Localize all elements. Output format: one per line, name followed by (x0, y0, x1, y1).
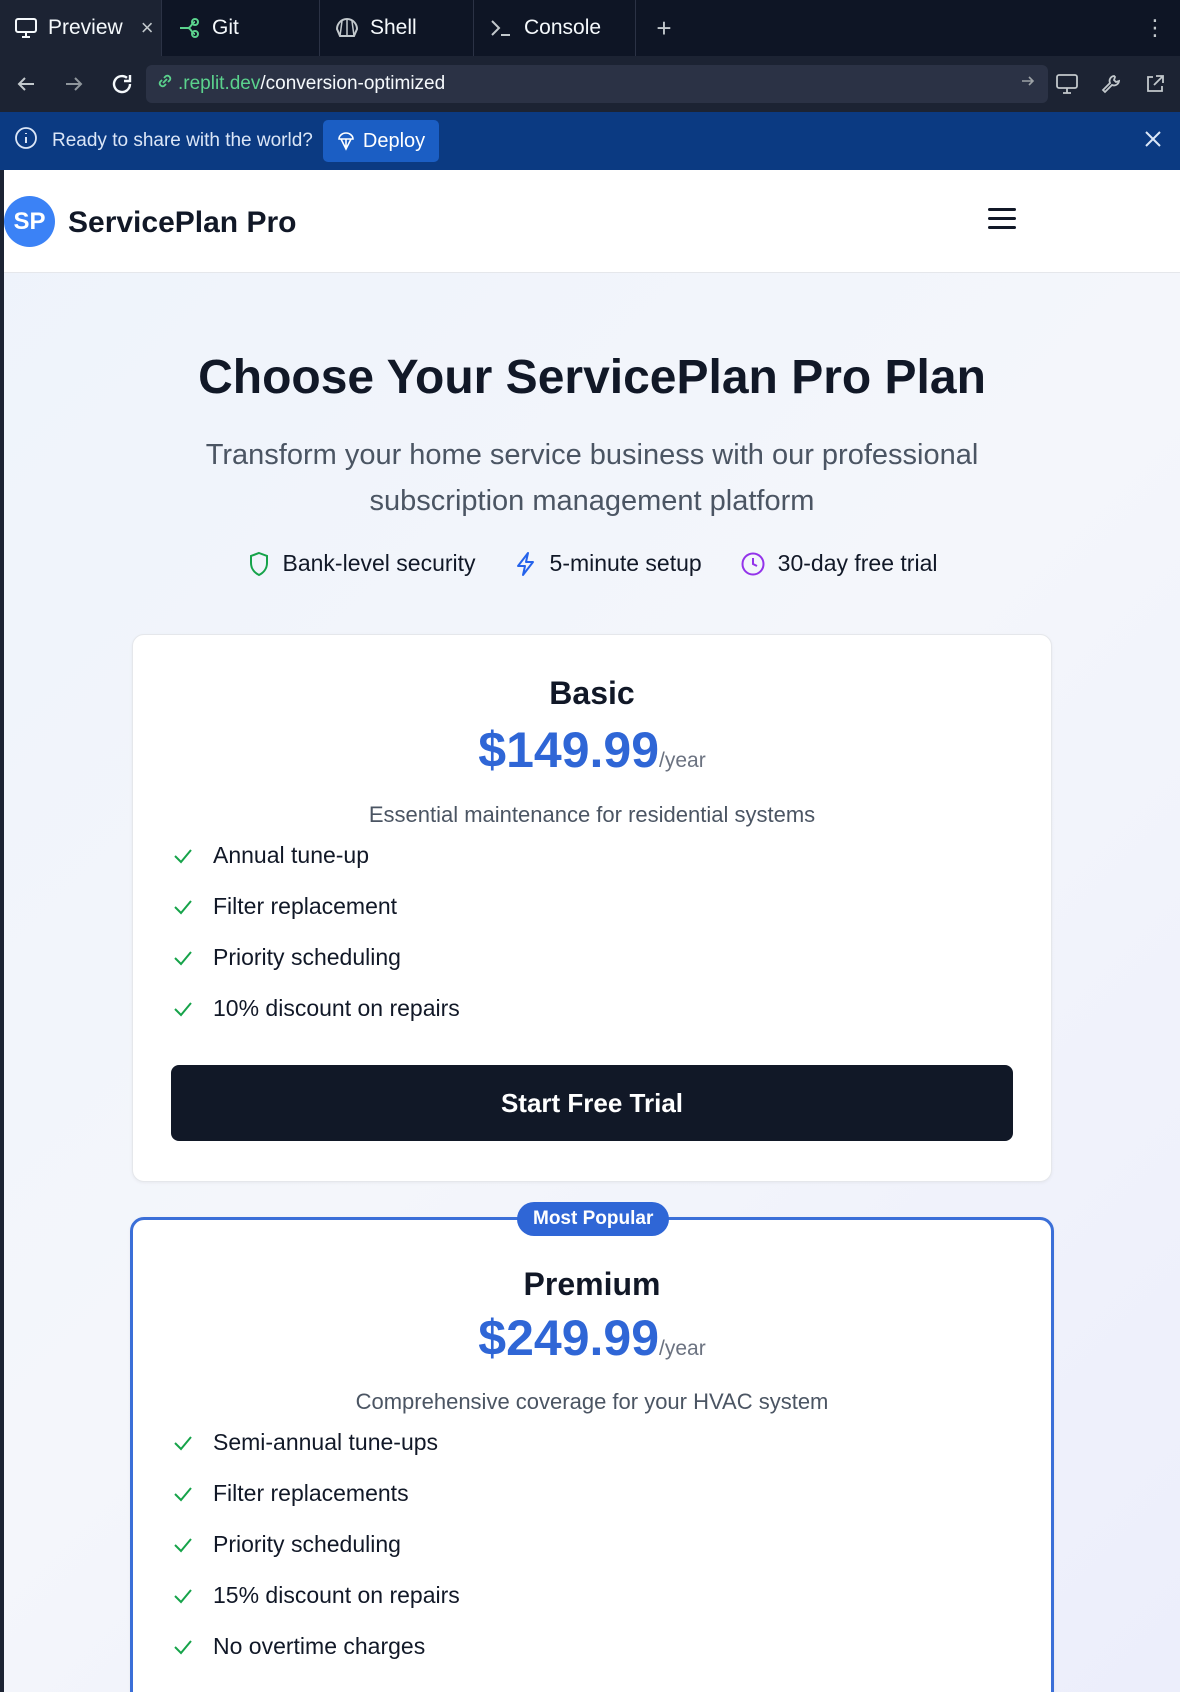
plan-description: Comprehensive coverage for your HVAC sys… (355, 1389, 829, 1414)
check-icon (174, 1486, 192, 1501)
feature-label: Annual tune-up (213, 842, 370, 868)
check-icon (174, 1537, 192, 1552)
tab-label: Shell (370, 16, 417, 39)
tab-git[interactable]: Git (162, 0, 320, 56)
feature-item: Annual tune-up (173, 842, 369, 869)
site-header: SP ServicePlan Pro (4, 170, 1180, 273)
check-icon (174, 1639, 192, 1654)
badge-trial: 30-day free trial (740, 550, 938, 577)
trust-badges: Bank-level security 5-minute setup 30-da… (4, 550, 1180, 577)
feature-item: 10% discount on repairs (173, 995, 460, 1022)
deploy-icon (338, 132, 354, 151)
badge-setup: 5-minute setup (514, 550, 702, 577)
logo-avatar[interactable]: SP (4, 196, 55, 247)
url-domain: .replit.dev (178, 73, 261, 94)
banner-message: Ready to share with the world? (52, 130, 313, 151)
go-arrow-icon[interactable] (1020, 73, 1036, 95)
feature-item: Priority scheduling (173, 944, 401, 971)
feature-label: Filter replacements (213, 1480, 409, 1506)
brand-name[interactable]: ServicePlan Pro (68, 206, 296, 240)
deploy-label: Deploy (362, 129, 426, 152)
close-banner-icon[interactable] (1142, 128, 1164, 156)
badge-security: Bank-level security (247, 550, 476, 577)
plan-price: $249.99/year (133, 1309, 1051, 1367)
check-icon (174, 1435, 192, 1450)
monitor-icon (14, 15, 38, 41)
terminal-prompt-icon (488, 15, 514, 41)
plan-card-basic: Basic $149.99/year Essential maintenance… (132, 634, 1052, 1182)
plan-name: Premium (523, 1266, 661, 1302)
price-period: /year (659, 1337, 706, 1360)
check-icon (174, 848, 192, 863)
price-amount: $149.99 (478, 722, 660, 778)
forward-arrow-icon[interactable] (52, 62, 96, 106)
page-title: Choose Your ServicePlan Pro Plan (198, 351, 986, 404)
back-arrow-icon[interactable] (4, 62, 48, 106)
workspace-tab-bar: Preview × Git Shell Console + ⋮ (0, 0, 1180, 56)
clock-icon (741, 552, 765, 575)
close-icon[interactable]: × (141, 15, 154, 41)
feature-item: No overtime charges (173, 1633, 425, 1660)
check-icon (174, 1588, 192, 1603)
feature-item: 15% discount on repairs (173, 1582, 460, 1609)
page-subtitle: Transform your home service business wit… (205, 439, 979, 517)
tab-shell[interactable]: Shell (320, 0, 474, 56)
preview-page: SP ServicePlan Pro Choose Your ServicePl… (4, 170, 1180, 1692)
badge-label: 5-minute setup (549, 550, 702, 576)
tab-console[interactable]: Console (474, 0, 636, 56)
plan-description: Essential maintenance for residential sy… (368, 802, 816, 827)
plan-name: Basic (549, 675, 635, 711)
git-branch-icon (176, 15, 202, 41)
price-period: /year (659, 749, 706, 772)
check-icon (174, 950, 192, 965)
badge-label: 30-day free trial (777, 550, 938, 576)
check-icon (174, 899, 192, 914)
browser-toolbar: .replit.dev /conversion-optimized (0, 56, 1180, 112)
feature-label: Filter replacement (213, 893, 398, 919)
url-path: /conversion-optimized (260, 73, 446, 94)
device-preview-icon[interactable] (1048, 66, 1086, 102)
feature-item: Filter replacement (173, 893, 397, 920)
feature-item: Priority scheduling (173, 1531, 401, 1558)
plan-card-premium: Most Popular Premium $249.99/year Compre… (130, 1202, 1054, 1692)
tab-label: Console (524, 16, 602, 39)
lightning-icon (516, 551, 534, 576)
link-icon (156, 72, 174, 96)
open-new-window-icon[interactable] (1136, 66, 1174, 102)
feature-label: Priority scheduling (213, 944, 401, 970)
feature-label: Semi-annual tune-ups (213, 1429, 439, 1455)
plan-price: $149.99/year (133, 721, 1051, 779)
feature-label: 10% discount on repairs (213, 995, 460, 1021)
more-options-icon[interactable]: ⋮ (1144, 14, 1166, 42)
reload-icon[interactable] (100, 62, 144, 106)
feature-label: 15% discount on repairs (213, 1582, 460, 1608)
tab-label: Preview (48, 16, 123, 39)
info-icon (14, 126, 38, 156)
check-icon (174, 1001, 192, 1016)
feature-label: Priority scheduling (213, 1531, 401, 1557)
tab-label: Git (212, 16, 239, 39)
tab-preview[interactable]: Preview × (0, 0, 162, 56)
feature-item: Filter replacements (173, 1480, 409, 1507)
start-free-trial-button[interactable]: Start Free Trial (171, 1065, 1013, 1141)
wrench-icon[interactable] (1092, 66, 1130, 102)
feature-label: No overtime charges (213, 1633, 426, 1659)
shell-icon (334, 15, 360, 41)
hamburger-menu-icon[interactable] (988, 208, 1016, 232)
feature-item: Semi-annual tune-ups (173, 1429, 438, 1456)
most-popular-badge: Most Popular (517, 1202, 670, 1236)
toolbar-actions (1048, 66, 1174, 102)
url-field[interactable]: .replit.dev /conversion-optimized (146, 65, 1048, 103)
deploy-banner: Ready to share with the world? Deploy (0, 112, 1180, 170)
badge-label: Bank-level security (282, 550, 476, 576)
price-amount: $249.99 (478, 1310, 660, 1366)
deploy-button[interactable]: Deploy (322, 120, 440, 162)
new-tab-button[interactable]: + (636, 13, 692, 44)
shield-icon (249, 551, 268, 576)
